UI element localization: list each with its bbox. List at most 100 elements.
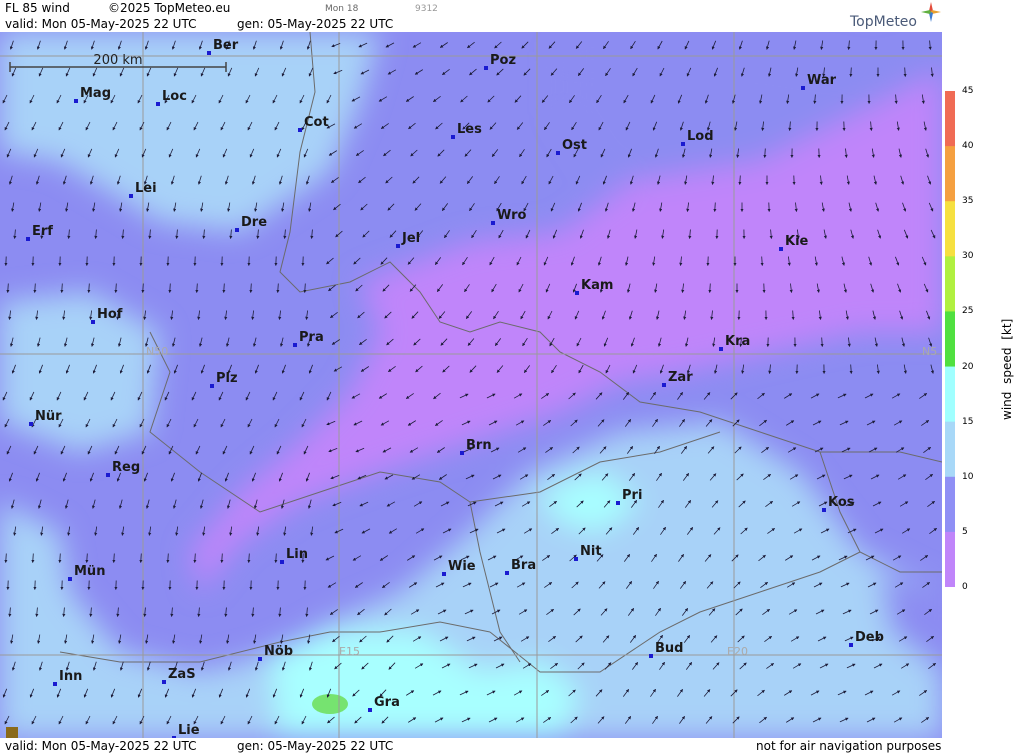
city-label: Nöb: [264, 644, 293, 659]
city-label: Pri: [622, 488, 642, 503]
city-dot: [29, 422, 33, 426]
valid-time: valid: Mon 05-May-2025 22 UTC: [5, 17, 197, 31]
corner-marker: [6, 727, 18, 738]
city-dot: [442, 572, 446, 576]
legend-color-swatch: [945, 256, 955, 312]
city-dot: [280, 560, 284, 564]
grid-label-n50: N50: [146, 345, 168, 358]
city-label: Ber: [213, 38, 239, 53]
city-marker: Mün: [68, 564, 105, 581]
city-label: Kam: [581, 278, 613, 293]
city-dot: [801, 86, 805, 90]
city-dot: [616, 501, 620, 505]
city-dot: [298, 128, 302, 132]
legend-color-swatch: [945, 366, 955, 423]
legend-tick: 30: [962, 251, 974, 262]
city-label: Cot: [304, 115, 329, 130]
city-marker: Mag: [74, 86, 111, 103]
city-dot: [681, 142, 685, 146]
copyright-text: ©2025 TopMeteo.eu: [108, 1, 231, 15]
city-marker: Nöb: [258, 644, 293, 661]
color-legend: [942, 32, 1033, 738]
city-label: Dre: [241, 215, 267, 230]
city-label: Hof: [97, 307, 123, 322]
city-label: Gra: [374, 695, 400, 710]
city-dot: [26, 237, 30, 241]
city-dot: [91, 320, 95, 324]
topmeteo-logo: TopMeteo: [850, 14, 917, 30]
city-label: Kos: [828, 495, 855, 510]
city-label: Lie: [178, 723, 200, 738]
legend-color-swatch: [945, 201, 955, 257]
city-dot: [235, 228, 239, 232]
legend-color-swatch: [945, 91, 955, 147]
city-label: ZaS: [168, 667, 196, 682]
city-label: Bra: [511, 558, 536, 573]
grid-label-e15: E15: [339, 645, 360, 658]
city-label: Zar: [668, 370, 693, 385]
city-marker: Kam: [575, 278, 613, 295]
city-dot: [662, 383, 666, 387]
legend-tick: 10: [962, 471, 974, 482]
city-label: Loc: [162, 89, 187, 104]
legend-color-swatch: [945, 476, 955, 533]
disclaimer: not for air navigation purposes: [756, 739, 942, 753]
city-label: Reg: [112, 460, 140, 475]
legend-tick: 25: [962, 306, 974, 317]
city-dot: [210, 384, 214, 388]
city-label: Nit: [580, 544, 602, 559]
city-dot: [53, 682, 57, 686]
wind-speed-field: [0, 32, 942, 738]
city-label: Plz: [216, 371, 238, 386]
city-marker: War: [801, 73, 837, 90]
run-label: Mon 18: [325, 4, 359, 14]
city-dot: [156, 102, 160, 106]
legend-tick: 45: [962, 86, 974, 96]
city-marker: Wie: [442, 559, 476, 576]
city-label: Mün: [74, 564, 105, 579]
city-label: Ost: [562, 138, 587, 153]
city-label: Nür: [35, 409, 62, 424]
city-dot: [258, 657, 262, 661]
city-label: Jel: [401, 231, 420, 246]
run-code: 9312: [415, 4, 438, 14]
city-marker: Deb: [849, 630, 884, 647]
city-label: Deb: [855, 630, 884, 645]
legend-color-bar: [945, 91, 955, 587]
city-label: War: [807, 73, 837, 88]
city-dot: [293, 343, 297, 347]
city-label: Lei: [135, 181, 157, 196]
city-label: Lin: [286, 547, 308, 562]
legend-tick: 5: [962, 526, 968, 537]
legend-tick: 35: [962, 196, 974, 207]
legend-title: wind speed [kt]: [1000, 318, 1014, 420]
wind-map[interactable]: N50 N5 E15 E20 200 km Ber Poz War Mag Loc Cot…: [0, 32, 942, 738]
grid-label-e20: E20: [727, 645, 748, 658]
city-dot: [575, 291, 579, 295]
city-label: Pra: [299, 330, 324, 345]
city-label: Poz: [490, 53, 516, 68]
product-title: FL 85 wind: [5, 1, 70, 15]
city-label: Kra: [725, 334, 750, 349]
city-dot: [162, 680, 166, 684]
city-dot: [719, 347, 723, 351]
city-dot: [368, 708, 372, 712]
city-marker: ZaS: [162, 667, 196, 684]
grid-label-n50-right: N5: [922, 345, 937, 358]
footer-valid-time: valid: Mon 05-May-2025 22 UTC: [5, 739, 197, 753]
legend-tick: 0: [962, 581, 968, 592]
city-label: Kie: [785, 234, 809, 249]
city-label: Wro: [497, 208, 527, 223]
city-dot: [779, 247, 783, 251]
city-dot: [574, 557, 578, 561]
legend-color-swatch: [945, 311, 955, 368]
city-dot: [106, 473, 110, 477]
legend-tick: 40: [962, 141, 974, 152]
city-dot: [207, 51, 211, 55]
map-footer: valid: Mon 05-May-2025 22 UTC gen: 05-Ma…: [0, 738, 942, 754]
legend-color-swatch: [945, 421, 955, 478]
city-dot: [460, 451, 464, 455]
map-header: FL 85 wind ©2025 TopMeteo.eu Mon 18 9312…: [0, 0, 942, 32]
footer-generated-time: gen: 05-May-2025 22 UTC: [237, 739, 394, 753]
legend-color-swatch: [945, 531, 955, 587]
